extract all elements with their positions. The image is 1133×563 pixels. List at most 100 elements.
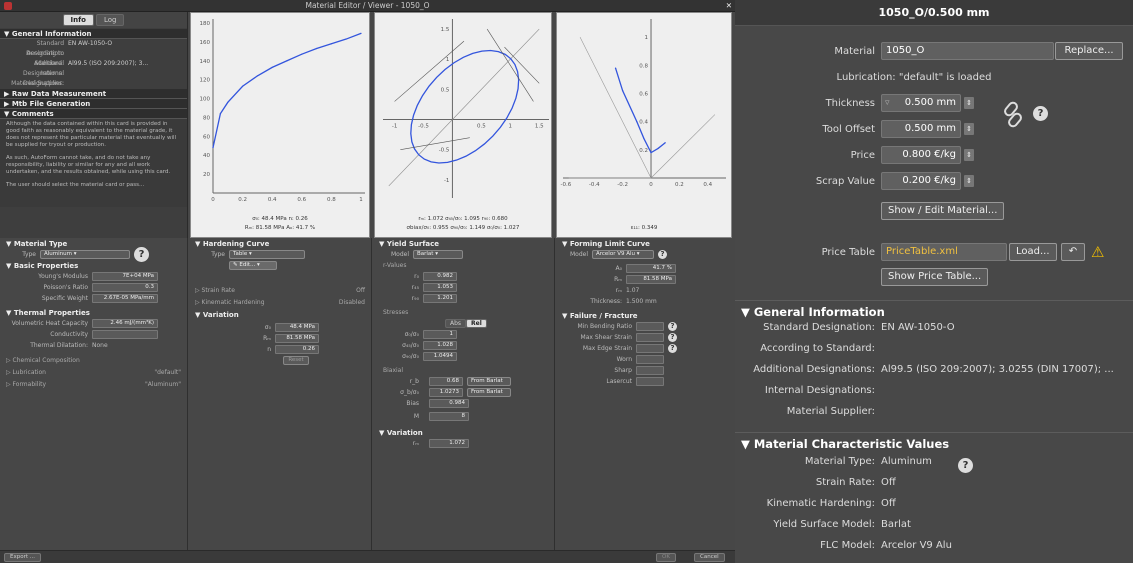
section-forming-limit-curve[interactable]: ▼ Forming Limit Curve xyxy=(556,238,735,249)
info-value xyxy=(68,79,184,89)
price-field[interactable]: 0.800 €/kg xyxy=(881,146,961,164)
property-field[interactable]: 2.67E-05 MPa/mm xyxy=(92,294,158,303)
strain-rate-row[interactable]: ▷ Strain Rate Off xyxy=(189,285,371,297)
property-row: r₄₅ 1.053 xyxy=(373,282,554,293)
biaxial-source-dropdown[interactable]: From Barlat xyxy=(467,377,511,386)
property-field[interactable]: 0.26 xyxy=(275,345,319,354)
hardening-curve-chart: 0 0.2 0.4 0.6 0.8 120406080100120140160180 xyxy=(200,19,365,203)
property-field[interactable]: 1.201 xyxy=(423,294,457,303)
section-failure-fracture[interactable]: ▼ Failure / Fracture xyxy=(556,310,735,321)
material-field[interactable]: 1050_O xyxy=(881,42,1054,60)
revert-icon[interactable]: ↶ xyxy=(1061,243,1085,261)
scrap-value-stepper[interactable]: ⇕ xyxy=(964,175,974,187)
flc-help-icon[interactable]: ? xyxy=(658,250,667,259)
link-chain-icon[interactable] xyxy=(999,96,1027,136)
property-field[interactable]: 0.3 xyxy=(92,283,158,292)
property-field[interactable] xyxy=(92,330,158,339)
thickness-field[interactable]: ▿ 0.500 mm xyxy=(881,94,961,112)
section-general-information[interactable]: ▼ General Information xyxy=(0,29,187,39)
help-icon[interactable]: ? xyxy=(668,322,677,331)
fracture-field[interactable] xyxy=(636,322,664,331)
info-key: Material Supplier: xyxy=(11,80,64,87)
export-button[interactable]: Export ... xyxy=(4,553,41,562)
thickness-stepper[interactable]: ⇕ xyxy=(964,97,974,109)
load-button[interactable]: Load... xyxy=(1009,243,1057,261)
fracture-field[interactable] xyxy=(636,333,664,342)
flc-model-dropdown[interactable]: Arcelor V9 Alu ▾ xyxy=(592,250,654,259)
section-characteristic-values[interactable]: ▼ Material Characteristic Values xyxy=(735,432,1133,454)
section-yield-variation[interactable]: ▼ Variation xyxy=(373,427,554,438)
section-yield-surface[interactable]: ▼ Yield Surface xyxy=(373,238,554,249)
hardening-type-dropdown[interactable]: Table ▾ xyxy=(229,250,305,259)
show-edit-material-button[interactable]: Show / Edit Material... xyxy=(881,202,1005,220)
edit-hardening-button[interactable]: ✎ Edit... ▾ xyxy=(229,261,277,270)
section-mtb-file[interactable]: ▶ Mtb File Generation xyxy=(0,99,187,109)
material-type-help-icon[interactable]: ? xyxy=(958,458,973,473)
biaxial-field[interactable]: 0.68 xyxy=(429,377,463,386)
help-icon[interactable]: ? xyxy=(668,333,677,342)
property-field[interactable]: 1 xyxy=(423,330,457,339)
section-formability[interactable]: ▷ Formability "Aluminum" xyxy=(0,379,187,391)
property-field[interactable]: 0.982 xyxy=(423,272,457,281)
section-raw-data[interactable]: ▶ Raw Data Measurement xyxy=(0,89,187,99)
property-field[interactable]: 1.028 xyxy=(423,341,457,350)
reset-button[interactable]: Reset xyxy=(283,356,309,365)
biaxial-field[interactable]: 1.0273 xyxy=(429,388,463,397)
section-material-type[interactable]: ▼ Material Type xyxy=(0,238,187,249)
section-chemical-composition[interactable]: ▷ Chemical Composition xyxy=(0,355,187,367)
info-value: Off xyxy=(881,498,896,509)
abs-toggle[interactable]: Abs xyxy=(445,319,467,328)
tool-offset-field[interactable]: 0.500 mm xyxy=(881,120,961,138)
help-icon[interactable]: ? xyxy=(668,344,677,353)
property-field[interactable]: 7E+04 MPa xyxy=(92,272,158,281)
price-table-field[interactable]: PriceTable.xml xyxy=(881,243,1007,261)
section-hardening-curve[interactable]: ▼ Hardening Curve xyxy=(189,238,371,249)
y-tick-label: 100 xyxy=(200,97,211,103)
edge-field[interactable] xyxy=(636,366,664,375)
bias-label: Bias xyxy=(406,400,419,407)
section-general-information[interactable]: ▼ General Information xyxy=(735,300,1133,322)
section-thermal-properties[interactable]: ▼ Thermal Properties xyxy=(0,307,187,318)
property-field[interactable]: 1.0494 xyxy=(423,352,457,361)
cancel-button[interactable]: Cancel xyxy=(694,553,725,562)
ok-button[interactable]: OK xyxy=(656,553,676,562)
section-lubrication[interactable]: ▷ Lubrication "default" xyxy=(0,367,187,379)
section-variation[interactable]: ▼ Variation xyxy=(189,309,371,320)
flc-field[interactable]: 41.7 % xyxy=(626,264,676,273)
yield-model-dropdown[interactable]: Barlat ▾ xyxy=(413,250,463,259)
tab-log[interactable]: Log xyxy=(95,14,125,26)
price-stepper[interactable]: ⇕ xyxy=(964,149,974,161)
property-field[interactable]: 1.053 xyxy=(423,283,457,292)
biaxial-source-dropdown[interactable]: From Barlat xyxy=(467,388,511,397)
rel-toggle[interactable]: Rel xyxy=(466,319,487,328)
property-field[interactable]: 81.58 MPa xyxy=(275,334,319,343)
bias-field[interactable]: 0.984 xyxy=(429,399,469,408)
section-comments[interactable]: ▼ Comments xyxy=(0,109,187,119)
tangent-line xyxy=(400,137,470,151)
flc-point xyxy=(636,121,638,123)
section-basic-properties[interactable]: ▼ Basic Properties xyxy=(0,260,187,271)
property-field[interactable]: 48.4 MPa xyxy=(275,323,319,332)
replace-button[interactable]: Replace... xyxy=(1055,42,1123,60)
biaxial-row: r_b 0.68 From Barlat xyxy=(373,376,554,387)
edge-field[interactable] xyxy=(636,377,664,386)
tab-info[interactable]: Info xyxy=(62,14,94,26)
help-icon[interactable]: ? xyxy=(1033,106,1048,121)
fracture-field[interactable] xyxy=(636,344,664,353)
m-field[interactable]: 8 xyxy=(429,412,469,421)
scrap-value-field[interactable]: 0.200 €/kg xyxy=(881,172,961,190)
flc-field[interactable]: 81.58 MPa xyxy=(626,275,676,284)
fracture-row: Max Shear Strain? xyxy=(556,332,735,343)
help-icon[interactable]: ? xyxy=(134,247,149,262)
tool-offset-stepper[interactable]: ⇕ xyxy=(964,123,974,135)
material-type-dropdown[interactable]: Aluminum ▾ xyxy=(40,250,130,259)
property-field[interactable]: 2.46 mJ/(mm³K) xyxy=(92,319,158,328)
kinematic-hardening-row[interactable]: ▷ Kinematic Hardening Disabled xyxy=(189,297,371,309)
tangent-line xyxy=(486,28,534,102)
info-row: Strain Rate: Off xyxy=(735,477,1133,499)
rm-field[interactable]: 1.072 xyxy=(429,439,469,448)
close-icon[interactable]: ✕ xyxy=(726,0,732,12)
show-price-table-button[interactable]: Show Price Table... xyxy=(881,268,989,286)
edge-field[interactable] xyxy=(636,355,664,364)
property-row: Rₘ 81.58 MPa xyxy=(189,333,371,344)
